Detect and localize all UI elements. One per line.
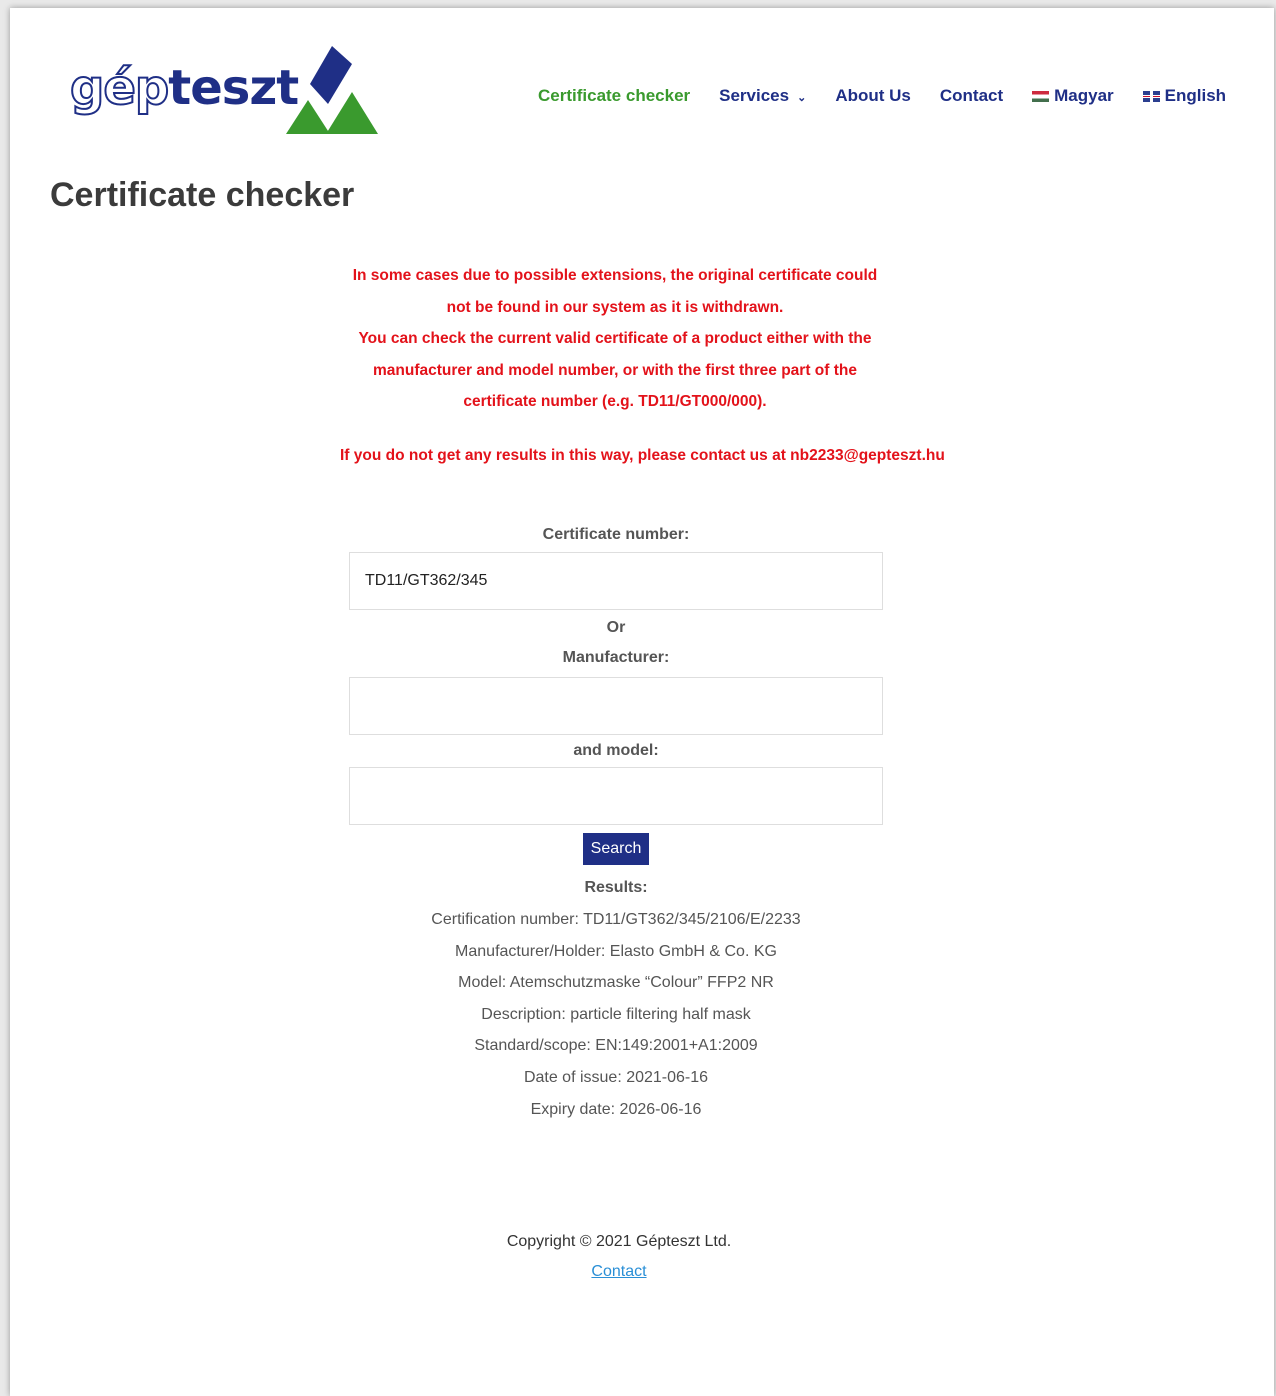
main-nav: Certificate checker Services ⌄ About Us C… [538,86,1255,106]
result-date-of-issue: Date of issue: 2021-06-16 [523,1068,709,1086]
result-expiry-date: Expiry date: 2026-06-16 [530,1100,702,1118]
uk-flag-icon [1142,90,1160,102]
results-heading: Results: [584,879,648,896]
hungarian-flag-icon [1032,90,1050,102]
chevron-down-icon: ⌄ [797,91,807,104]
result-standard: Standard/scope: EN:149:2001+A1:2009 [474,1037,758,1055]
certificate-number-input[interactable] [349,552,883,610]
result-certification-number: Certification number: TD11/GT362/345/210… [431,911,801,928]
nav-certificate-checker[interactable]: Certificate checker [538,86,690,106]
logo-wordmark: gépteszt [69,59,299,117]
notice-text: In some cases due to possible extensions… [340,260,890,418]
or-label: Or [606,619,626,636]
notice-contact-line: If you do not get any results in this wa… [340,447,945,464]
certificate-number-label: Certificate number: [542,526,690,543]
notice-line-2: You can check the current valid certific… [358,330,872,410]
logo-triangle-icon [286,46,378,134]
footer-contact-link[interactable]: Contact [591,1263,646,1280]
result-model: Model: Atemschutzmaske “Colour” FFP2 NR [458,974,774,992]
results-section: Results: Certification number: TD11/GT36… [349,872,883,1125]
copyright-text: Copyright © 2021 Gépteszt Ltd. [506,1233,732,1250]
result-description: Description: particle filtering half mas… [481,1005,751,1023]
model-label: and model: [573,742,659,759]
footer: Copyright © 2021 Gépteszt Ltd. Contact [349,1227,889,1287]
notice-line-1: In some cases due to possible extensions… [352,267,878,316]
certificate-search-form: Certificate number: Or Manufacturer: and… [349,518,883,865]
nav-services[interactable]: Services ⌄ [719,86,806,106]
site-logo[interactable]: gépteszt [68,46,388,138]
nav-language-magyar[interactable]: Magyar [1032,86,1114,106]
page-container: gépteszt Certificate checker Services ⌄ A… [10,8,1274,1396]
search-button[interactable]: Search [582,833,650,865]
nav-language-english[interactable]: English [1142,86,1226,106]
page-title: Certificate checker [50,176,355,214]
manufacturer-input[interactable] [349,677,883,735]
manufacturer-label: Manufacturer: [562,649,670,666]
result-manufacturer: Manufacturer/Holder: Elasto GmbH & Co. K… [455,942,777,960]
nav-contact[interactable]: Contact [940,86,1003,106]
nav-about-us[interactable]: About Us [835,86,911,106]
model-input[interactable] [349,767,883,825]
